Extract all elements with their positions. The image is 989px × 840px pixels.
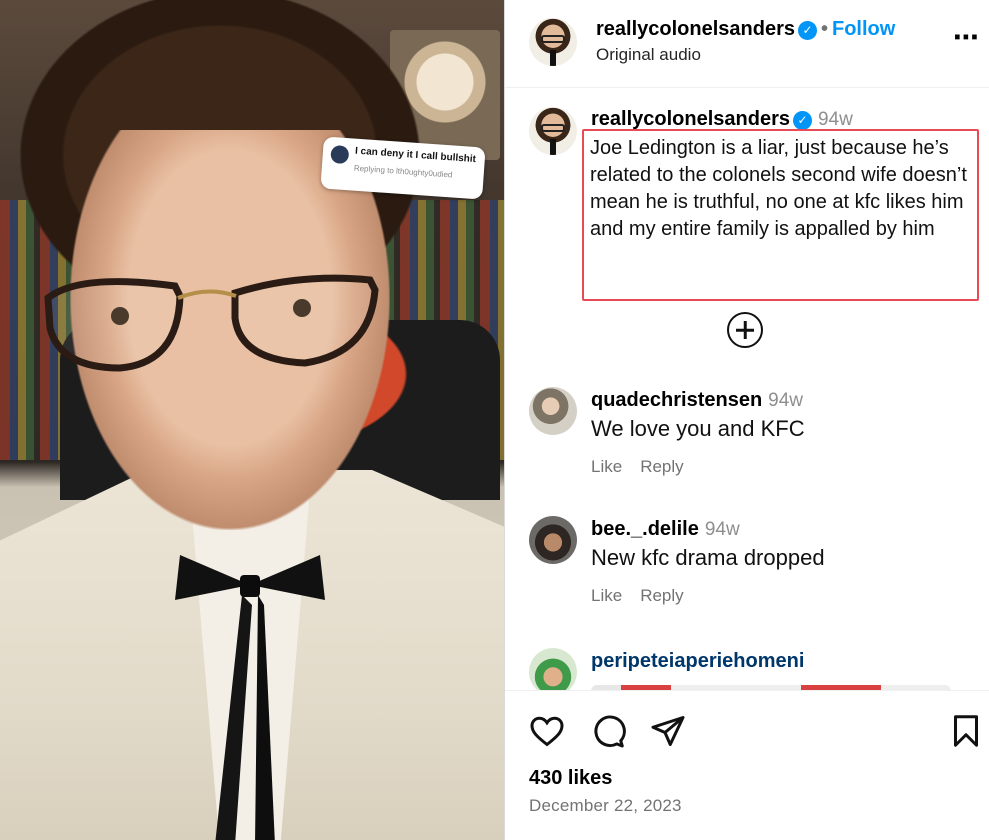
avatar-glasses <box>541 35 565 43</box>
comment-user-row: quadechristensen 94w <box>591 389 803 412</box>
bookmark-icon[interactable] <box>948 713 984 749</box>
comment-user-row: bee._.delile 94w <box>591 518 740 541</box>
comment-time: 94w <box>704 519 740 540</box>
reply-button[interactable]: Reply <box>640 457 683 476</box>
author-username[interactable]: reallycolonelsanders <box>596 18 795 40</box>
string-tie <box>175 555 325 840</box>
caption-text: Joe Ledington is a liar, just because he… <box>590 137 967 240</box>
heart-icon[interactable] <box>529 713 565 749</box>
post-actions: 430 likes December 22, 2023 <box>505 690 989 840</box>
avatar-tie <box>550 139 556 155</box>
comment-text: We love you and KFC <box>591 416 805 441</box>
audio-link[interactable]: Original audio <box>596 45 701 65</box>
more-options-icon[interactable]: ⋯ <box>953 22 980 53</box>
commenter-avatar[interactable] <box>529 387 577 435</box>
verified-icon: ✓ <box>797 21 817 40</box>
separator-dot: • <box>820 18 828 40</box>
like-comment-button[interactable]: Like <box>591 457 622 476</box>
caption-author-username[interactable]: reallycolonelsanders <box>591 108 790 130</box>
comment-username[interactable]: bee._.delile <box>591 518 699 540</box>
like-comment-button[interactable]: Like <box>591 586 622 605</box>
comments-list[interactable]: reallycolonelsanders ✓ 94w Joe Ledington i… <box>505 89 989 690</box>
caption-time: 94w <box>817 109 853 130</box>
reply-button[interactable]: Reply <box>640 586 683 605</box>
likes-count[interactable]: 430 likes <box>529 767 612 790</box>
avatar-glasses <box>541 124 565 132</box>
post-header: reallycolonelsanders ✓ • Follow Original au… <box>505 0 989 88</box>
follow-button[interactable]: Follow <box>832 18 895 40</box>
commenter-avatar[interactable] <box>529 648 577 690</box>
caption-author-row: reallycolonelsanders ✓ 94w <box>591 108 853 131</box>
post-date[interactable]: December 22, 2023 <box>529 796 682 816</box>
comment-time: 94w <box>768 390 804 411</box>
caption-author-avatar[interactable] <box>529 107 577 155</box>
comment-actions: Like Reply <box>591 457 684 477</box>
comment-text: New kfc drama dropped <box>591 545 825 570</box>
comment-username[interactable]: quadechristensen <box>591 389 762 411</box>
post-panel: reallycolonelsanders ✓ • Follow Original au… <box>504 0 989 840</box>
author-row: reallycolonelsanders ✓ • Follow <box>596 18 895 41</box>
comment-actions: Like Reply <box>591 586 684 606</box>
share-icon[interactable] <box>650 713 686 749</box>
avatar-tie <box>550 50 556 66</box>
comment-user-row: peripeteiaperiehomeni <box>591 650 804 673</box>
comment-icon[interactable] <box>590 713 626 749</box>
sticker-avatar <box>330 144 350 165</box>
commenter-avatar[interactable] <box>529 516 577 564</box>
author-avatar[interactable] <box>529 18 577 66</box>
add-circle-icon[interactable] <box>727 312 763 348</box>
post-video[interactable]: I can deny it I call bullshit Replying t… <box>0 0 504 840</box>
glasses <box>44 274 379 372</box>
comment-username[interactable]: peripeteiaperiehomeni <box>591 650 804 672</box>
verified-icon: ✓ <box>792 111 812 130</box>
